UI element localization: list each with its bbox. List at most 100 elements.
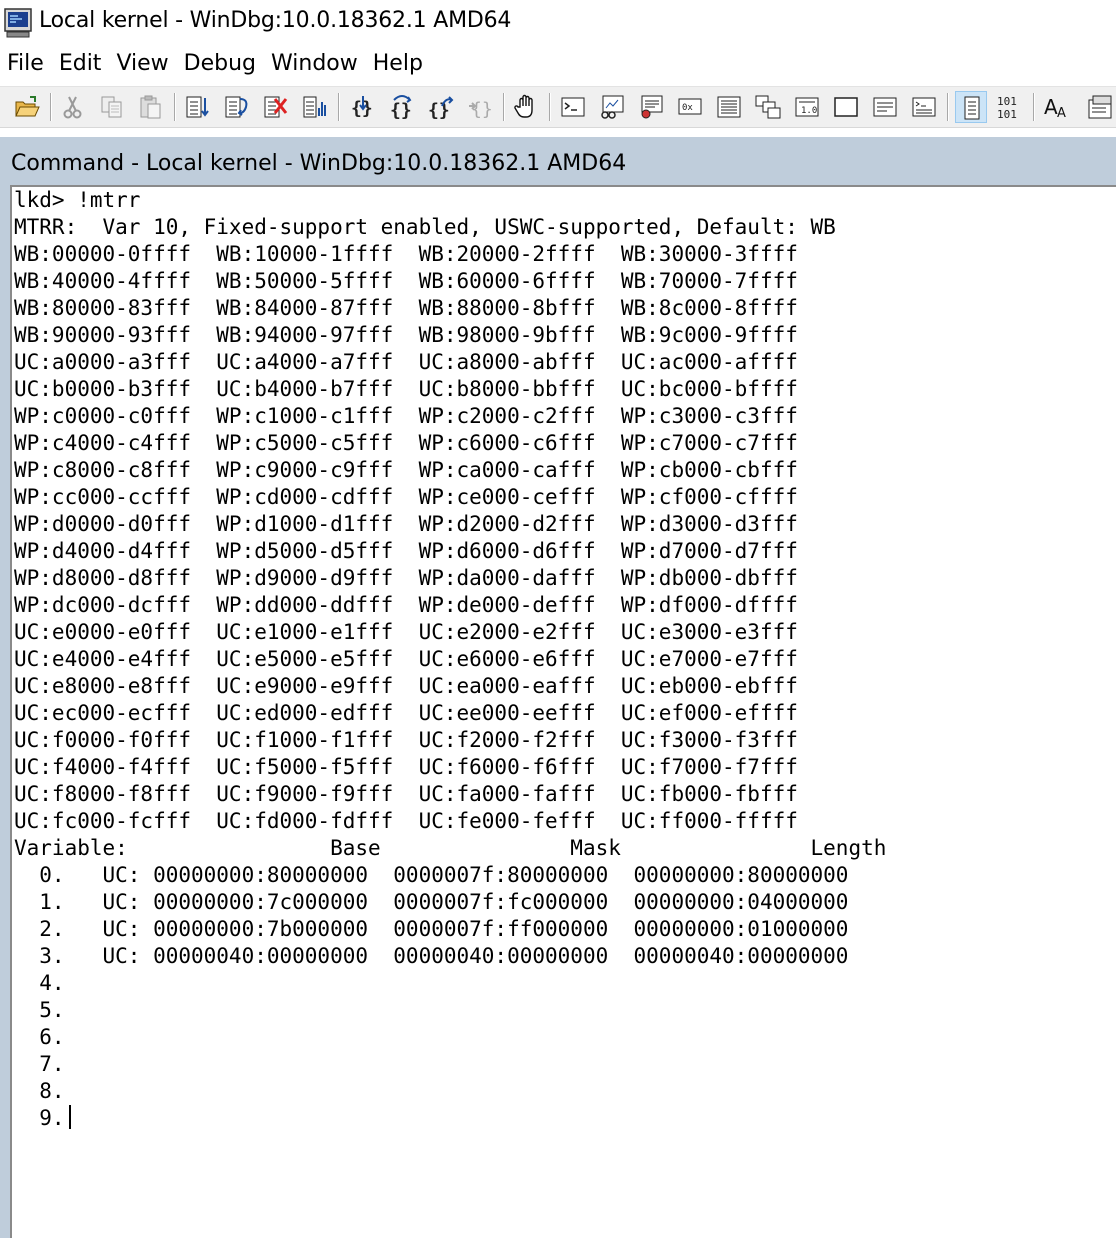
step-in-brace-icon[interactable]: {} (347, 91, 379, 123)
menu-edit[interactable]: Edit (51, 48, 109, 84)
output-line: UC:e4000-e4fff UC:e5000-e5fff UC:e6000-e… (14, 646, 886, 673)
command-output-area[interactable]: lkd> !mtrr MTRR: Var 10, Fixed-support en… (10, 185, 1116, 1238)
command-output: lkd> !mtrr MTRR: Var 10, Fixed-support en… (14, 187, 886, 1132)
output-line: 2. UC: 00000000:7b000000 0000007f:ff0000… (14, 916, 886, 943)
output-line-text: WP:d8000-d8fff WP:d9000-d9fff WP:da000-d… (14, 566, 798, 590)
copy-icon[interactable] (96, 91, 128, 123)
command-browser-icon[interactable] (908, 91, 940, 123)
source-mode-toggle-icon[interactable] (955, 91, 987, 123)
output-line: 9. (14, 1105, 886, 1132)
output-line: WP:c0000-c0fff WP:c1000-c1fff WP:c2000-c… (14, 403, 886, 430)
svg-text:A: A (1044, 95, 1058, 119)
output-line-text: 5. (14, 998, 65, 1022)
output-line-text: UC:f8000-f8fff UC:f9000-f9fff UC:fa000-f… (14, 782, 798, 806)
output-line-text: 7. (14, 1052, 65, 1076)
menu-help[interactable]: Help (365, 48, 430, 84)
output-line: UC:e8000-e8fff UC:e9000-e9fff UC:ea000-e… (14, 673, 886, 700)
output-line: WP:d4000-d4fff WP:d5000-d5fff WP:d6000-d… (14, 538, 886, 565)
output-line-text: UC:fc000-fcfff UC:fd000-fdfff UC:fe000-f… (14, 809, 798, 833)
output-line-text: WP:c8000-c8fff WP:c9000-c9fff WP:ca000-c… (14, 458, 798, 482)
registers-icon[interactable]: 0x (674, 91, 706, 123)
output-line-text: 8. (14, 1079, 65, 1103)
output-line-text: 0. UC: 00000000:80000000 0000007f:800000… (14, 863, 849, 887)
output-line: UC:ec000-ecfff UC:ed000-edfff UC:ee000-e… (14, 700, 886, 727)
output-line: 3. UC: 00000040:00000000 00000040:000000… (14, 943, 886, 970)
svg-text:1.0: 1.0 (801, 106, 817, 116)
output-line: WP:c4000-c4fff WP:c5000-c5fff WP:c6000-c… (14, 430, 886, 457)
output-line: UC:f0000-f0fff UC:f1000-f1fff UC:f2000-f… (14, 727, 886, 754)
svg-text:{}: {} (471, 99, 493, 120)
step-over-icon[interactable] (221, 91, 253, 123)
run-to-cursor-icon[interactable]: {} (464, 91, 496, 123)
disassembly-icon[interactable]: 1.0 (791, 91, 823, 123)
menu-view[interactable]: View (108, 48, 175, 84)
output-line: UC:a0000-a3fff UC:a4000-a7fff UC:a8000-a… (14, 349, 886, 376)
windbg-app-icon[interactable] (4, 8, 33, 38)
output-line: UC:fc000-fcfff UC:fd000-fdfff UC:fe000-f… (14, 808, 886, 835)
processes-icon[interactable] (869, 91, 901, 123)
output-line-text: Variable: Base Mask Length (14, 836, 887, 860)
output-line-text: WP:c0000-c0fff WP:c1000-c1fff WP:c2000-c… (14, 404, 798, 428)
menu-debug[interactable]: Debug (176, 48, 263, 84)
watch-icon[interactable] (596, 91, 628, 123)
output-line-text: 2. UC: 00000000:7b000000 0000007f:ff0000… (14, 917, 849, 941)
menu-file[interactable]: File (0, 48, 51, 84)
hex-icon[interactable]: 101 101 (994, 91, 1026, 123)
svg-text:{}: {} (390, 100, 412, 120)
output-line: 7. (14, 1051, 886, 1078)
output-line: UC:b0000-b3fff UC:b4000-b7fff UC:b8000-b… (14, 376, 886, 403)
memory-icon[interactable] (713, 91, 745, 123)
locals-icon[interactable] (635, 91, 667, 123)
output-line-text: 3. UC: 00000040:00000000 00000040:000000… (14, 944, 849, 968)
output-line: MTRR: Var 10, Fixed-support enabled, USW… (14, 214, 886, 241)
command-icon[interactable] (557, 91, 589, 123)
step-over-brace-icon[interactable]: {} (386, 91, 418, 123)
svg-text:0x: 0x (682, 103, 693, 113)
output-line-text: WP:cc000-ccfff WP:cd000-cdfff WP:ce000-c… (14, 485, 798, 509)
output-line: UC:e0000-e0fff UC:e1000-e1fff UC:e2000-e… (14, 619, 886, 646)
hand-icon[interactable] (510, 91, 542, 123)
output-line-text: WP:d4000-d4fff WP:d5000-d5fff WP:d6000-d… (14, 539, 798, 563)
menu-window[interactable]: Window (263, 48, 365, 84)
output-line-text: 1. UC: 00000000:7c000000 0000007f:fc0000… (14, 890, 849, 914)
output-line: WB:90000-93fff WB:94000-97fff WB:98000-9… (14, 322, 886, 349)
output-line: 6. (14, 1024, 886, 1051)
output-line: UC:f8000-f8fff UC:f9000-f9fff UC:fa000-f… (14, 781, 886, 808)
open-icon[interactable] (11, 91, 43, 123)
output-line: UC:f4000-f4fff UC:f5000-f5fff UC:f6000-f… (14, 754, 886, 781)
output-line-text: 4. (14, 971, 65, 995)
output-line: 1. UC: 00000000:7c000000 0000007f:fc0000… (14, 889, 886, 916)
output-line-text: WB:90000-93fff WB:94000-97fff WB:98000-9… (14, 323, 798, 347)
step-out-brace-icon[interactable]: {} (425, 91, 457, 123)
font-icon[interactable]: AA (1040, 91, 1072, 123)
output-line-text: WB:00000-0ffff WB:10000-1ffff WB:20000-2… (14, 242, 798, 266)
output-line-text: UC:ec000-ecfff UC:ed000-edfff UC:ee000-e… (14, 701, 798, 725)
title-bar: Local kernel - WinDbg:10.0.18362.1 AMD64 (0, 0, 1116, 46)
output-line-text: WB:80000-83fff WB:84000-87fff WB:88000-8… (14, 296, 798, 320)
output-line-text: WP:c4000-c4fff WP:c5000-c5fff WP:c6000-c… (14, 431, 798, 455)
svg-text:A: A (1057, 106, 1066, 120)
cut-icon[interactable] (57, 91, 89, 123)
output-line-text: WP:dc000-dcfff WP:dd000-ddfff WP:de000-d… (14, 593, 798, 617)
step-into-icon[interactable] (182, 91, 214, 123)
output-line: WP:c8000-c8fff WP:c9000-c9fff WP:ca000-c… (14, 457, 886, 484)
scratch-pad-icon[interactable] (830, 91, 862, 123)
source-mode-icon[interactable] (299, 91, 331, 123)
call-stack-icon[interactable] (752, 91, 784, 123)
break-icon[interactable] (260, 91, 292, 123)
output-line-text: UC:e8000-e8fff UC:e9000-e9fff UC:ea000-e… (14, 674, 798, 698)
output-line: 5. (14, 997, 886, 1024)
svg-text:{}: {} (428, 100, 450, 120)
paste-icon[interactable] (135, 91, 167, 123)
output-line: WB:80000-83fff WB:84000-87fff WB:88000-8… (14, 295, 886, 322)
output-line-text: UC:f4000-f4fff UC:f5000-f5fff UC:f6000-f… (14, 755, 798, 779)
output-line: WP:cc000-ccfff WP:cd000-cdfff WP:ce000-c… (14, 484, 886, 511)
svg-text:101: 101 (997, 95, 1017, 108)
output-line: WP:dc000-dcfff WP:dd000-ddfff WP:de000-d… (14, 592, 886, 619)
options-icon[interactable] (1084, 91, 1116, 123)
output-line-text: UC:e0000-e0fff UC:e1000-e1fff UC:e2000-e… (14, 620, 798, 644)
output-line: lkd> !mtrr (14, 187, 886, 214)
command-window-title: Command - Local kernel - WinDbg:10.0.183… (11, 151, 627, 176)
window-title: Local kernel - WinDbg:10.0.18362.1 AMD64 (39, 8, 512, 33)
output-line: 4. (14, 970, 886, 997)
